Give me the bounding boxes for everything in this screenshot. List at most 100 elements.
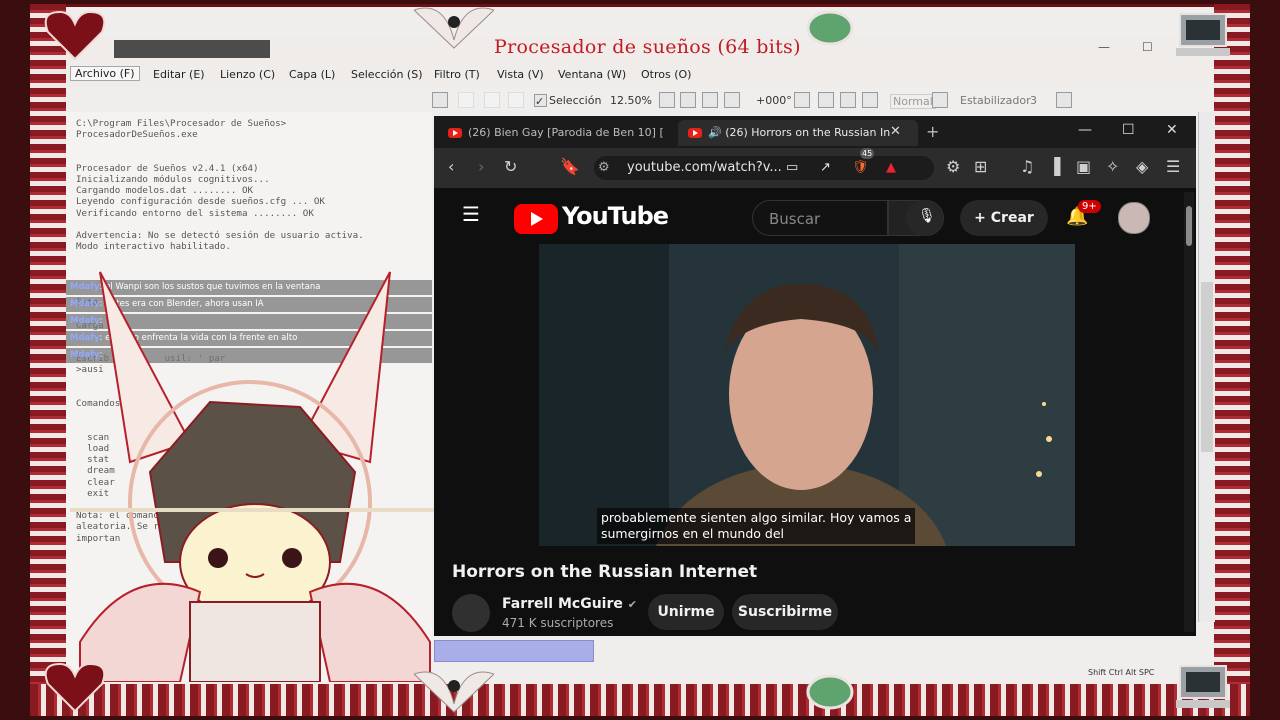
progress-fill	[435, 641, 593, 661]
url-field[interactable]: ⚙ youtube.com/watch?v... ▭ ↗ 🛡 45 ▲	[594, 148, 934, 180]
tab-horrors[interactable]: 🔊 (26) Horrors on the Russian In	[678, 120, 918, 146]
extensions-icon[interactable]: ⚙	[946, 158, 960, 176]
tab-title: (26) Bien Gay [Parodia de Ben 10] [Le	[468, 126, 664, 139]
eye-wings-ornament-icon	[414, 671, 494, 713]
minimize-icon[interactable]: —	[1098, 40, 1110, 54]
caption-line-1: probablemente sienten algo similar. Hoy …	[601, 510, 912, 525]
maximize-icon[interactable]: ☐	[1122, 122, 1135, 138]
youtube-logo-icon[interactable]	[514, 204, 558, 234]
account-avatar[interactable]	[1118, 202, 1150, 234]
rewards-icon[interactable]: ▲	[886, 156, 896, 180]
tab-title: (26) Horrors on the Russian In	[725, 126, 891, 139]
zoom-value[interactable]: 12.50%	[610, 94, 652, 107]
tool-button[interactable]	[458, 92, 474, 108]
voice-search-button[interactable]: 🎙	[906, 200, 942, 236]
menu-ventana[interactable]: Ventana (W)	[558, 68, 626, 81]
share-icon[interactable]: ↗	[820, 156, 831, 180]
mic-icon: 🎙	[918, 208, 936, 224]
leo-icon[interactable]: ✧	[1106, 158, 1119, 176]
tool-button[interactable]	[508, 92, 524, 108]
canvas-scrollbar[interactable]	[1198, 112, 1215, 622]
youtube-logo-text[interactable]: YouTube	[562, 202, 669, 230]
scrollbar-thumb[interactable]	[1186, 206, 1192, 246]
vpn-icon[interactable]: ◈	[1136, 158, 1148, 176]
gem-ornament-icon	[806, 10, 854, 46]
close-icon[interactable]: ✕	[1166, 122, 1178, 138]
seleccion-label: Selección	[549, 94, 602, 107]
new-tab-button[interactable]: +	[926, 122, 939, 141]
canvas-scrollbar-thumb[interactable]	[1201, 282, 1213, 452]
create-button[interactable]: + Crear	[960, 200, 1048, 236]
menu-vista[interactable]: Vista (V)	[497, 68, 544, 81]
menu-capa[interactable]: Capa (L)	[289, 68, 335, 81]
notification-badge: 9+	[1078, 200, 1101, 213]
menu-icon[interactable]: ☰	[1166, 158, 1180, 176]
search-input[interactable]: Buscar	[752, 200, 888, 236]
browser-scrollbar[interactable]	[1184, 192, 1194, 632]
zoom-plus-button[interactable]	[702, 92, 718, 108]
stabilizer-dropdown[interactable]	[1056, 92, 1072, 108]
hamburger-menu-icon[interactable]: ☰	[462, 202, 480, 226]
gem-ornament-icon	[806, 674, 854, 710]
menu-lienzo[interactable]: Lienzo (C)	[220, 68, 275, 81]
title-bar-dark-block	[114, 40, 270, 58]
zoom-minus-button[interactable]	[680, 92, 696, 108]
stabilizer-value[interactable]: 3	[1030, 94, 1037, 107]
right-decorative-border	[1214, 4, 1250, 716]
join-button[interactable]: Unirme	[648, 594, 724, 630]
menu-filtro[interactable]: Filtro (T)	[434, 68, 480, 81]
computer-ornament-icon	[1176, 665, 1230, 708]
reload-icon[interactable]: ↻	[504, 158, 517, 176]
speaker-icon[interactable]: 🔊	[708, 126, 725, 139]
bookmark-icon[interactable]: 🔖	[560, 158, 580, 176]
app-title: Procesador de sueños (64 bits)	[494, 36, 801, 58]
rotation-value[interactable]: +000°	[756, 94, 792, 107]
channel-avatar[interactable]	[452, 594, 490, 632]
media-icon[interactable]: ♫	[1020, 158, 1034, 176]
back-icon[interactable]: ‹	[448, 158, 454, 176]
brave-shield-icon[interactable]: 🛡	[852, 156, 869, 180]
blend-mode-select[interactable]: Normal	[890, 94, 936, 109]
rotate-right-button[interactable]	[840, 92, 856, 108]
rotate-left-button[interactable]	[818, 92, 834, 108]
tool-button[interactable]	[484, 92, 500, 108]
subscribe-button[interactable]: Suscribirme	[732, 594, 838, 630]
video-frame	[539, 244, 1075, 546]
tab-bien-gay[interactable]: (26) Bien Gay [Parodia de Ben 10] [Le	[448, 120, 664, 146]
menu-archivo[interactable]: Archivo (F)	[70, 66, 140, 81]
eye-wings-ornament-icon	[414, 7, 494, 49]
close-tab-icon[interactable]: ✕	[890, 124, 901, 139]
menu-seleccion[interactable]: Selección (S)	[351, 68, 423, 81]
seleccion-checkbox[interactable]: ✓	[534, 94, 547, 108]
url-text[interactable]: youtube.com/watch?v...	[627, 156, 782, 180]
bottom-decorative-border	[30, 684, 1250, 716]
progress-bar	[434, 640, 594, 662]
create-label: Crear	[990, 210, 1034, 226]
sidebar-icon[interactable]: ▐	[1048, 158, 1060, 176]
rotate-button[interactable]	[794, 92, 810, 108]
channel-name[interactable]: Farrell McGuire ✔	[502, 596, 637, 612]
zoom-out-button[interactable]	[659, 92, 675, 108]
channel-subscribers: 471 K suscriptores	[502, 616, 614, 630]
video-title: Horrors on the Russian Internet	[452, 562, 758, 582]
minimize-icon[interactable]: —	[1078, 122, 1092, 138]
reader-icon[interactable]: ⊞	[974, 158, 987, 176]
vtuber-avatar	[70, 271, 440, 682]
video-player[interactable]: probablemente sienten algo similar. Hoy …	[539, 244, 1075, 546]
plus-icon: +	[974, 210, 991, 226]
menu-otros[interactable]: Otros (O)	[641, 68, 691, 81]
maximize-icon[interactable]: ☐	[1142, 40, 1153, 54]
cast-icon[interactable]: ▭	[786, 156, 798, 180]
tool-button[interactable]	[432, 92, 448, 108]
rotate-reset-button[interactable]	[862, 92, 878, 108]
forward-icon[interactable]: ›	[478, 158, 484, 176]
channel-name-text: Farrell McGuire	[502, 596, 623, 612]
menu-editar[interactable]: Editar (E)	[153, 68, 205, 81]
site-settings-icon[interactable]: ⚙	[598, 156, 610, 180]
blend-icon[interactable]	[932, 92, 948, 108]
verified-icon: ✔	[627, 598, 637, 611]
wallet-icon[interactable]: ▣	[1076, 158, 1091, 176]
computer-ornament-icon	[1176, 13, 1230, 56]
zoom-fit-button[interactable]	[724, 92, 740, 108]
menu-bar: Archivo (F) Editar (E) Lienzo (C) Capa (…	[66, 64, 1214, 86]
